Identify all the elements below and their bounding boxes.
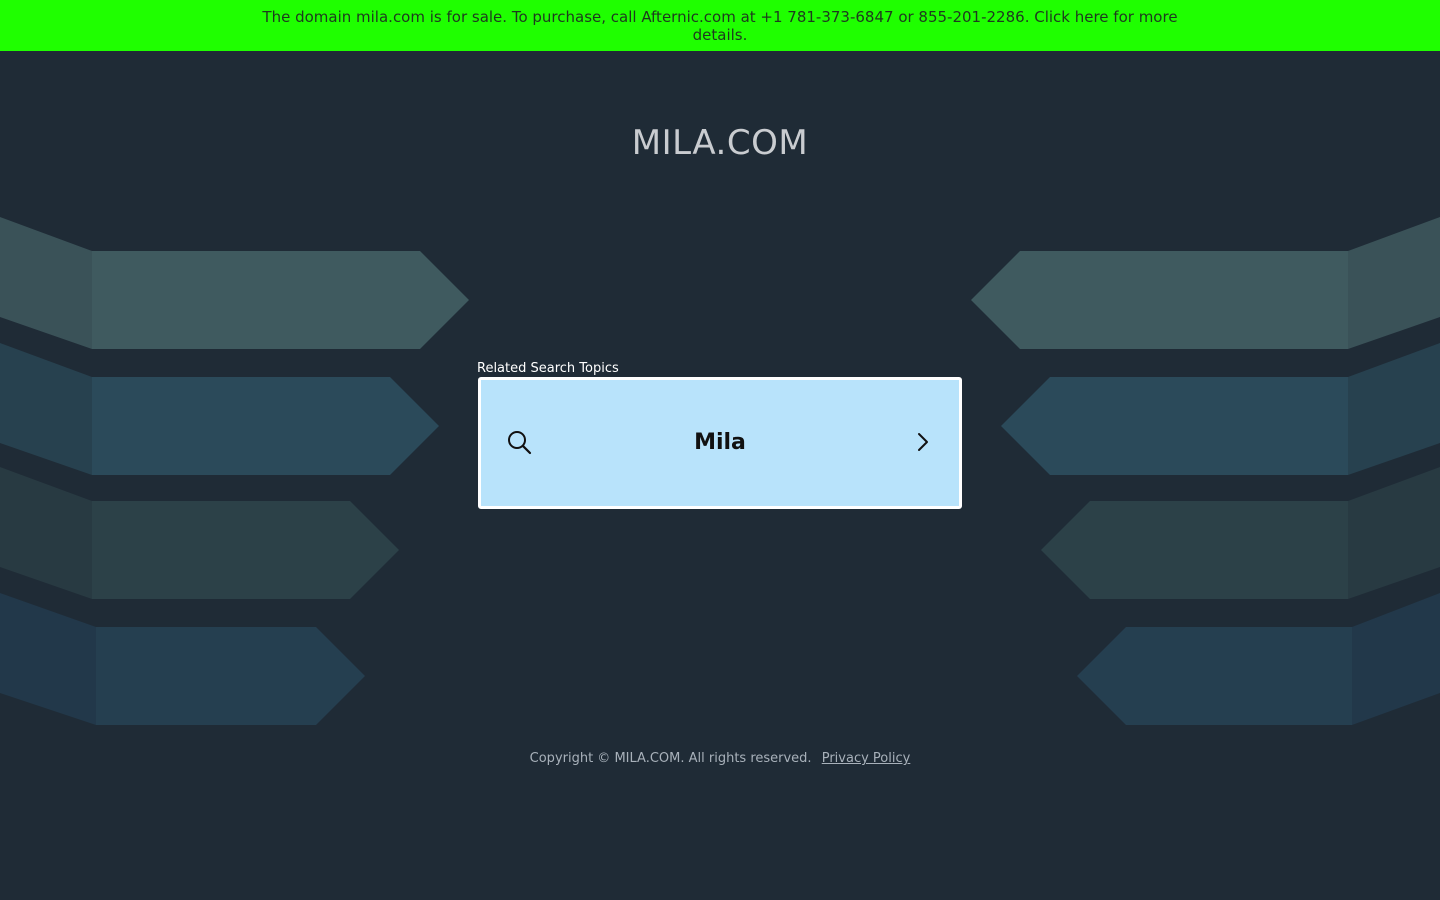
related-search-link-mila[interactable]: Mila bbox=[478, 377, 962, 509]
domain-sale-text[interactable]: The domain mila.com is for sale. To purc… bbox=[262, 8, 1177, 44]
related-search-label: Related Search Topics bbox=[477, 361, 619, 376]
chevron-right-icon bbox=[915, 430, 931, 454]
page-body: MILA.COM Related Search Topics Mila Copy… bbox=[0, 51, 1440, 900]
site-title: MILA.COM bbox=[631, 123, 809, 163]
domain-sale-banner[interactable]: The domain mila.com is for sale. To purc… bbox=[0, 0, 1440, 51]
privacy-policy-link[interactable]: Privacy Policy bbox=[822, 751, 911, 766]
related-search-term: Mila bbox=[694, 430, 746, 455]
copyright-text: Copyright © MILA.COM. All rights reserve… bbox=[529, 751, 812, 766]
footer: Copyright © MILA.COM. All rights reserve… bbox=[0, 751, 1440, 766]
